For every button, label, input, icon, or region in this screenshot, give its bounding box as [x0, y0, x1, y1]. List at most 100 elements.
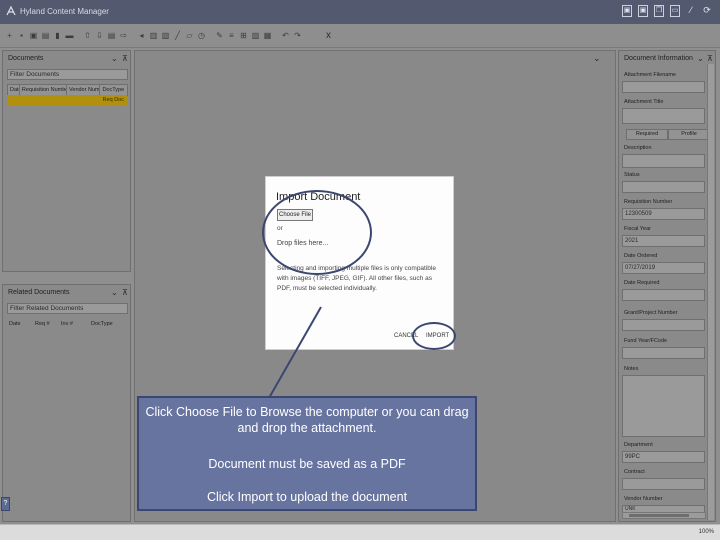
documents-selected-row[interactable]: Req Doc — [7, 95, 127, 106]
related-documents-panel: Related Documents ⌄ ⊼ Filter Related Doc… — [2, 284, 131, 522]
pin-icon[interactable]: ⊼ — [122, 288, 128, 297]
attachment-title-field[interactable] — [622, 108, 705, 124]
collapse-chevron-icon[interactable]: ⌄ — [111, 288, 118, 297]
callout-line-2: Document must be saved as a PDF — [208, 457, 406, 471]
side-help-icon[interactable]: ? — [1, 497, 10, 511]
window-button-4[interactable]: ▭ — [670, 5, 680, 17]
callout-line-3: Click Import to upload the document — [206, 490, 408, 504]
info-panel-header: Document Information ⌄ ⊼ — [619, 51, 715, 65]
plus-icon[interactable]: + — [5, 31, 14, 41]
date-ordered-label: Date Ordered — [624, 253, 658, 259]
grant-project-field[interactable] — [622, 319, 705, 331]
zoom-dropdown[interactable]: 100% — [699, 529, 714, 535]
documents-filter-input[interactable]: Filter Documents — [7, 69, 128, 80]
column-header-doctype[interactable]: DocType — [100, 85, 127, 95]
table-icon[interactable]: ▦ — [263, 31, 272, 41]
pin-icon[interactable]: ⊼ — [122, 54, 128, 63]
attachment-filename-field[interactable] — [622, 81, 705, 93]
text-icon[interactable]: ⊞ — [239, 31, 248, 41]
download-icon[interactable]: ⇩ — [95, 31, 104, 41]
rotate-right-icon[interactable]: ↷ — [293, 31, 302, 41]
align-icon[interactable]: ≡ — [227, 31, 236, 41]
title-bar: Hyland Content Manager ▣ ▣ ❐ ▭ ⁄ ⟳ — [0, 0, 720, 24]
column-header-requisition-number[interactable]: Requisition Number — [20, 85, 68, 95]
notes-label: Notes — [624, 366, 639, 372]
refresh-icon[interactable]: ⟳ — [702, 5, 712, 17]
toolbar: x + ▪ ▣ ▤ ▮ ▬ ⇧ ⇩ ▤ ⇨ ◂ ▥ ▧ ╱ ▱ ◷ ✎ ≡ ⊞ ▧ ▦ ↶ ↷ — [0, 24, 720, 48]
fiscal-year-label: Fiscal Year — [624, 226, 651, 232]
date-required-label: Date Required — [624, 280, 660, 286]
description-label: Description — [624, 145, 652, 151]
status-label: Status — [624, 172, 640, 178]
column-header-req[interactable]: Req # — [33, 319, 59, 331]
tab-required[interactable]: Required — [626, 129, 668, 140]
clock-icon[interactable]: ◷ — [197, 31, 206, 41]
app-title: Hyland Content Manager — [20, 7, 109, 16]
highlight-circle-import — [412, 322, 456, 350]
window-button-3[interactable]: ❐ — [654, 5, 664, 17]
status-bar: 100% — [0, 524, 720, 540]
window-controls: ▣ ▣ ❐ ▭ ⁄ ⟳ — [622, 5, 712, 17]
date-ordered-field[interactable]: 07/27/2019 — [622, 262, 705, 274]
fiscal-year-field[interactable]: 2021 — [622, 235, 705, 247]
copy-icon[interactable]: ▤ — [41, 31, 50, 41]
related-panel-title: Related Documents — [8, 289, 70, 296]
status-select[interactable] — [622, 181, 705, 193]
documents-panel-title: Documents — [8, 55, 44, 62]
eraser-icon[interactable]: ▱ — [185, 31, 194, 41]
unlink-icon[interactable]: ⇨ — [119, 31, 128, 41]
vendor-number-label: Vendor Number — [624, 496, 663, 502]
window-button-1[interactable]: ▣ — [622, 5, 632, 17]
link-icon[interactable]: ▤ — [107, 31, 116, 41]
department-label: Department — [624, 442, 653, 448]
collapse-chevron-icon[interactable]: ⌄ — [593, 53, 601, 64]
column-header-date[interactable]: Date — [8, 85, 20, 95]
delete-icon[interactable]: ▮ — [53, 31, 62, 41]
requisition-number-label: Requisition Number — [624, 199, 673, 205]
notes-field[interactable] — [622, 375, 705, 437]
department-field[interactable]: 99PC — [622, 451, 705, 463]
column-header-vendor-number[interactable]: Vendor Number — [67, 85, 101, 95]
move-icon[interactable]: ◂ — [137, 31, 146, 41]
lock-icon[interactable]: ▣ — [29, 31, 38, 41]
contract-field[interactable] — [622, 478, 705, 490]
upload-icon[interactable]: ⇧ — [83, 31, 92, 41]
column-header-inv[interactable]: Inv # — [59, 319, 89, 331]
grid-icon[interactable]: ▥ — [149, 31, 158, 41]
info-panel-vertical-scrollbar[interactable] — [707, 64, 714, 520]
attachment-filename-label: Attachment Filename — [624, 72, 676, 78]
instruction-callout: Click Choose File to Browse the computer… — [137, 396, 477, 511]
tab-profile[interactable]: Profile — [668, 129, 710, 140]
collapse-chevron-icon[interactable]: ⌄ — [111, 54, 118, 63]
selected-row-doctype: Req Doc — [102, 97, 124, 103]
image-icon[interactable]: ▧ — [251, 31, 260, 41]
attachment-title-label: Attachment Title — [624, 99, 664, 105]
highlight-circle-choose-file — [262, 190, 372, 275]
related-filter-input[interactable]: Filter Related Documents — [7, 303, 128, 314]
close-icon[interactable]: x — [326, 30, 331, 41]
related-panel-header: Related Documents ⌄ ⊼ — [3, 285, 130, 299]
column-header-date[interactable]: Date — [7, 319, 33, 331]
column-header-doctype[interactable]: DocType — [89, 319, 128, 331]
documents-panel: Documents ⌄ ⊼ Filter Documents Date Requ… — [2, 50, 131, 272]
rotate-left-icon[interactable]: ↶ — [281, 31, 290, 41]
window-button-2[interactable]: ▣ — [638, 5, 648, 17]
description-field[interactable] — [622, 154, 705, 168]
scrollbar-thumb[interactable] — [629, 514, 689, 517]
date-required-field[interactable] — [622, 289, 705, 301]
print-icon[interactable]: ▬ — [65, 31, 74, 41]
fund-year-field[interactable] — [622, 347, 705, 359]
info-panel-horizontal-scrollbar[interactable] — [622, 512, 706, 519]
callout-line-1: Click Choose File to Browse the computer… — [145, 405, 469, 435]
grant-project-label: Grant/Project Number — [624, 310, 678, 316]
markup-icon[interactable]: ✎ — [215, 31, 224, 41]
info-panel-title: Document Information — [624, 55, 693, 62]
stamp-icon[interactable]: ▧ — [161, 31, 170, 41]
info-tabs: Required Profile — [626, 129, 710, 140]
pen-icon[interactable]: ╱ — [173, 31, 182, 41]
edit-pen-icon[interactable]: ⁄ — [686, 5, 696, 17]
pin-icon[interactable]: ⊼ — [707, 54, 713, 63]
collapse-chevron-icon[interactable]: ⌄ — [697, 54, 704, 63]
save-icon[interactable]: ▪ — [17, 31, 26, 41]
requisition-number-field[interactable]: 12300509 — [622, 208, 705, 220]
